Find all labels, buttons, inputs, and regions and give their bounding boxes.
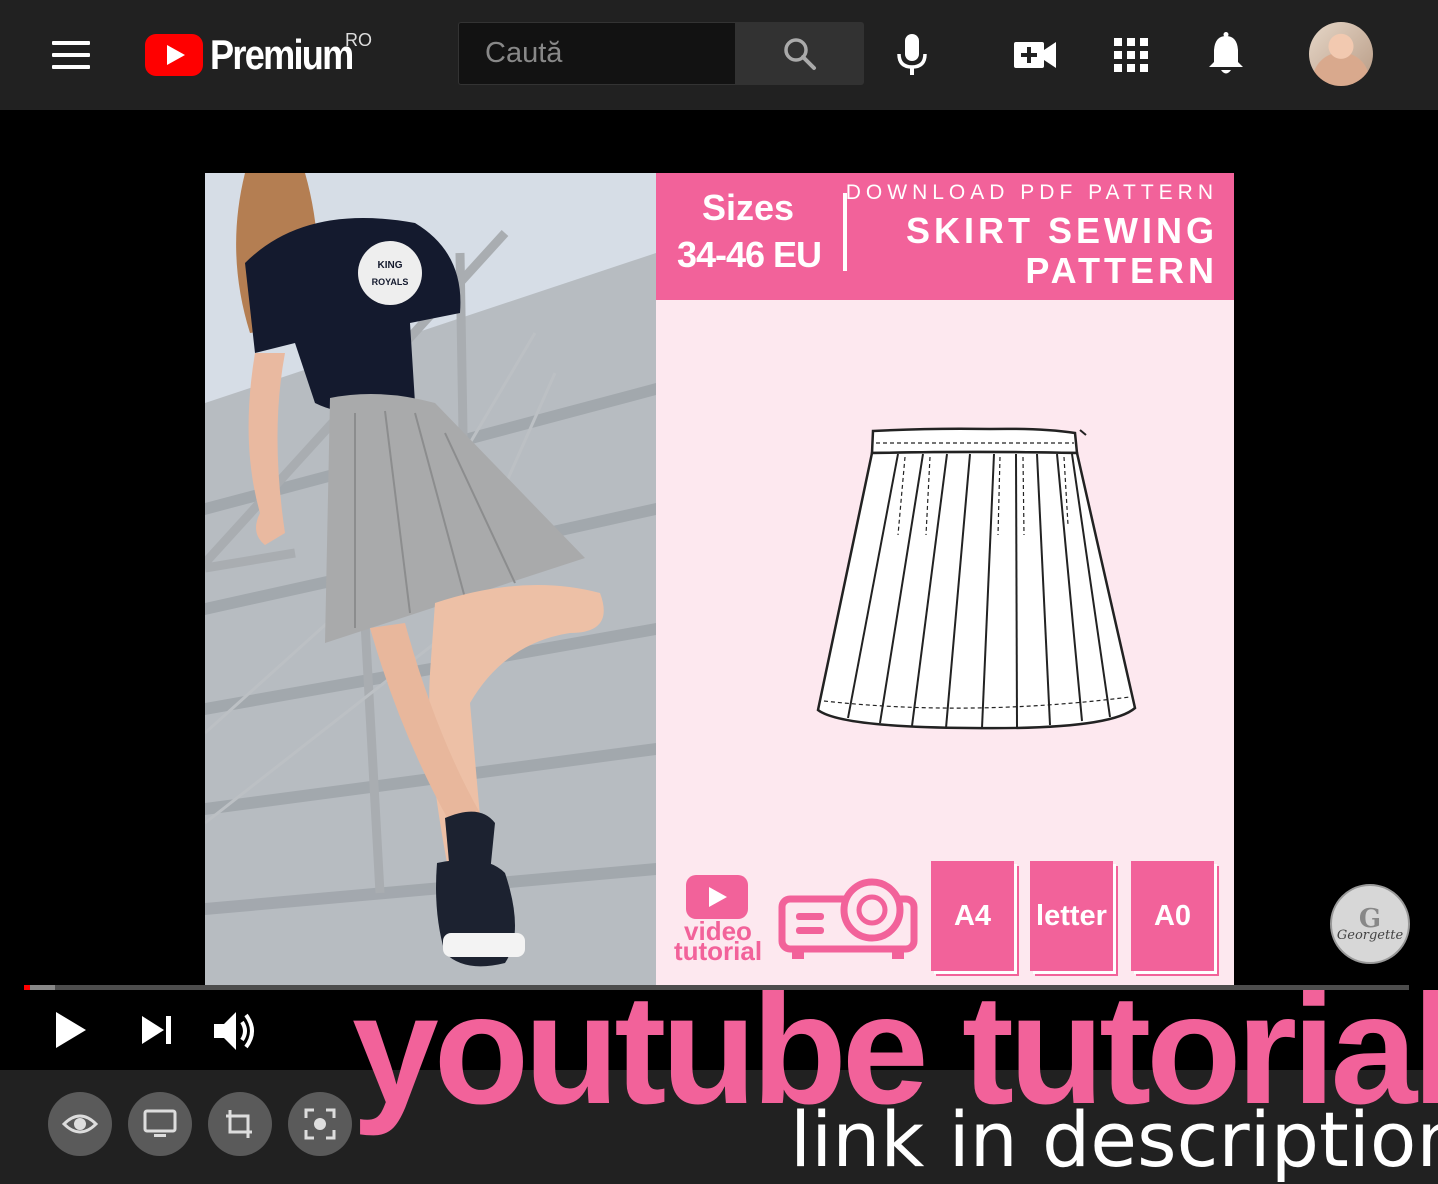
shirt-print-text-2: ROYALS: [372, 277, 409, 287]
apps-grid-icon: [1114, 38, 1148, 72]
pattern-title-line-1: SKIRT SEWING: [905, 210, 1218, 251]
title-banner: Sizes 34-46 EU DOWNLOAD PDF PATTERN SKIR…: [656, 173, 1234, 300]
format-a0: A0: [1131, 861, 1214, 971]
voice-search-button[interactable]: [887, 30, 937, 80]
create-video-icon: [1014, 42, 1056, 68]
crop-icon: [226, 1110, 252, 1138]
crop-button[interactable]: [208, 1092, 272, 1156]
search-input[interactable]: [459, 23, 735, 84]
display-button[interactable]: [128, 1092, 192, 1156]
next-icon: [142, 1016, 171, 1044]
progress-played: [24, 985, 30, 990]
volume-button[interactable]: [210, 1006, 260, 1061]
monitor-icon: [143, 1109, 177, 1137]
logo-text: Premium: [210, 31, 354, 78]
next-button[interactable]: [138, 1010, 178, 1055]
create-button[interactable]: [1010, 30, 1060, 80]
youtube-play-logo-icon: [145, 34, 203, 76]
screenshot-icon: [304, 1108, 336, 1140]
photo-illustration: KING ROYALS: [205, 173, 656, 986]
pattern-title: SKIRT SEWING PATTERN: [906, 211, 1218, 291]
sizes-range: 34-46 EU: [676, 234, 822, 275]
shirt-print-text-1: KING: [378, 260, 403, 271]
volume-icon: [214, 1012, 254, 1050]
search-box: [458, 22, 735, 85]
play-icon: [56, 1012, 86, 1048]
youtube-premium-logo[interactable]: Premium RO: [145, 30, 376, 80]
channel-watermark-name: Georgette: [1336, 928, 1404, 943]
video-thumbnail[interactable]: KING ROYALS Sizes 34-46 EU DOWNLOAD PDF …: [205, 173, 1234, 986]
notifications-button[interactable]: [1201, 30, 1251, 80]
projector-icon: [778, 878, 918, 959]
play-button[interactable]: [50, 1008, 90, 1057]
apps-button[interactable]: [1106, 30, 1156, 80]
download-label: DOWNLOAD PDF PATTERN: [845, 181, 1218, 204]
format-a4: A4: [931, 861, 1014, 971]
skirt-technical-drawing: [816, 427, 1137, 730]
pattern-title-line-2: PATTERN: [1025, 250, 1218, 291]
bell-icon: [1209, 32, 1243, 74]
microphone-icon: [897, 34, 927, 75]
search-icon: [784, 38, 816, 70]
format-letter: letter: [1030, 861, 1113, 971]
hamburger-icon[interactable]: [52, 41, 90, 69]
video-tutorial-label-line-2: tutorial: [673, 936, 763, 966]
overlay-subline: link in description: [790, 1095, 1438, 1184]
channel-watermark-logo[interactable]: G Georgette: [1330, 884, 1410, 964]
avatar[interactable]: [1309, 22, 1373, 86]
video-tutorial-label: video tutorial: [660, 918, 776, 966]
country-code: RO: [345, 30, 372, 50]
eye-icon: [62, 1114, 98, 1134]
progress-buffered: [30, 985, 55, 990]
search-button[interactable]: [735, 22, 864, 85]
video-tutorial-icon: [686, 875, 748, 919]
sizes-label: Sizes: [702, 187, 795, 228]
screenshot-button[interactable]: [288, 1092, 352, 1156]
view-button[interactable]: [48, 1092, 112, 1156]
model-photo: KING ROYALS: [205, 173, 656, 986]
top-bar: Premium RO: [0, 0, 1438, 110]
